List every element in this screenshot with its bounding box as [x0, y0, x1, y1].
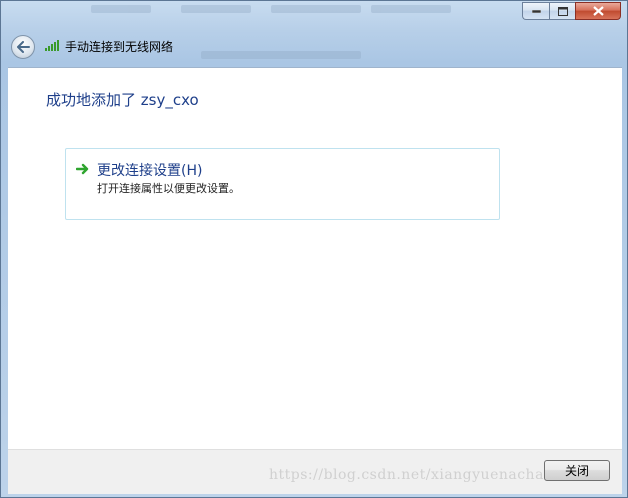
wireless-signal-icon	[45, 40, 59, 51]
close-icon	[592, 6, 604, 16]
green-arrow-icon	[76, 163, 89, 175]
maximize-button[interactable]	[549, 2, 575, 20]
minimize-icon	[531, 9, 541, 13]
back-button[interactable]	[11, 35, 35, 59]
caption-buttons	[522, 2, 621, 20]
dialog-window: 手动连接到无线网络 成功地添加了 zsy_cxo 更改连接设置(H) 打开连接属…	[0, 0, 628, 498]
back-arrow-icon	[17, 41, 30, 53]
watermark: https://blog.csdn.net/xiangyuenacha	[269, 467, 544, 483]
success-heading: 成功地添加了 zsy_cxo	[46, 91, 199, 109]
close-button[interactable]: 关闭	[544, 460, 610, 481]
change-connection-settings-link[interactable]: 更改连接设置(H) 打开连接属性以便更改设置。	[65, 148, 500, 220]
window-title: 手动连接到无线网络	[65, 40, 174, 54]
link-title: 更改连接设置(H)	[97, 163, 203, 179]
link-description: 打开连接属性以便更改设置。	[97, 182, 240, 195]
maximize-icon	[557, 6, 568, 16]
window-close-button[interactable]	[575, 2, 621, 20]
minimize-button[interactable]	[522, 2, 549, 20]
content-area: 成功地添加了 zsy_cxo 更改连接设置(H) 打开连接属性以便更改设置。	[8, 67, 622, 450]
